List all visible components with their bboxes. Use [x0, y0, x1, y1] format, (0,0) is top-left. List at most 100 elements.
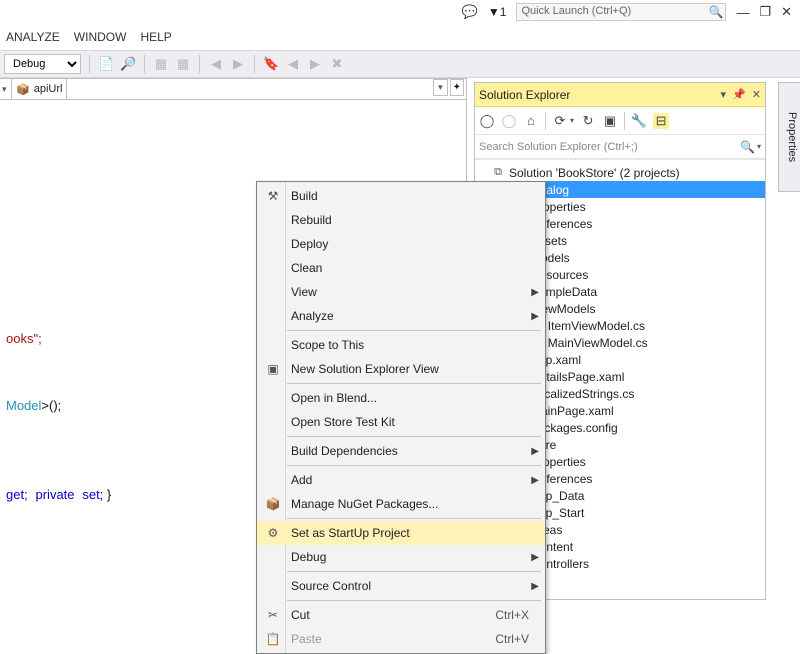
cut-icon: ✂ — [265, 608, 281, 622]
back-icon[interactable]: ◯ — [479, 113, 495, 129]
shortcut-label: Ctrl+V — [495, 632, 529, 646]
menu-bar: ANALYZE WINDOW HELP — [0, 30, 172, 44]
menu-paste: 📋PasteCtrl+V — [257, 627, 545, 651]
menu-separator — [287, 600, 541, 601]
nav-member-dropdown[interactable]: 📦 apiUrl — [12, 79, 67, 99]
solution-explorer-toolbar: ◯ ◯ ⌂ ⟳▾ ↻ ▣ 🔧 ⊟ — [475, 107, 765, 135]
new-item-icon[interactable]: 📄 — [98, 56, 114, 72]
notification-filter[interactable]: ▼1 — [488, 5, 507, 19]
solution-icon: ⧉ — [491, 166, 505, 179]
menu-add[interactable]: Add▶ — [257, 468, 545, 492]
menu-cut[interactable]: ✂CutCtrl+X — [257, 603, 545, 627]
explorer-view-icon: ▣ — [265, 362, 281, 376]
preview-icon[interactable]: ⊟ — [653, 113, 669, 129]
submenu-arrow-icon: ▶ — [531, 581, 539, 592]
toolbar-separator — [144, 55, 145, 73]
solution-label: Solution 'BookStore' (2 projects) — [509, 166, 680, 180]
menu-help[interactable]: HELP — [140, 30, 171, 44]
next-bookmark-icon: ▶ — [307, 56, 323, 72]
nuget-icon: 📦 — [265, 497, 281, 511]
build-icon: ⚒ — [265, 189, 281, 203]
chevron-down-icon: ▾ — [757, 142, 761, 151]
split-icon[interactable]: ✦ — [450, 79, 464, 96]
shortcut-label: Ctrl+X — [495, 608, 529, 622]
menu-analyze[interactable]: Analyze▶ — [257, 304, 545, 328]
comment-icon: ▦ — [153, 56, 169, 72]
chevron-down-icon[interactable]: ▾ — [570, 116, 574, 125]
home-icon[interactable]: ⌂ — [523, 113, 539, 129]
menu-new-explorer-view[interactable]: ▣New Solution Explorer View — [257, 357, 545, 381]
menu-scope[interactable]: Scope to This — [257, 333, 545, 357]
properties-icon[interactable]: 🔧 — [631, 113, 647, 129]
menu-clean[interactable]: Clean — [257, 256, 545, 280]
properties-tab-label: Properties — [786, 112, 798, 162]
config-dropdown[interactable]: Debug — [4, 54, 81, 74]
feedback-icon[interactable]: 💬 — [462, 4, 478, 20]
field-icon: 📦 — [16, 83, 30, 96]
title-bar: 💬 ▼1 Quick Launch (Ctrl+Q) 🔍 — ❐ ✕ — [462, 0, 800, 24]
clear-bookmarks-icon: ✖ — [329, 56, 345, 72]
find-icon[interactable]: 🔎 — [120, 56, 136, 72]
menu-rebuild[interactable]: Rebuild — [257, 208, 545, 232]
properties-tab[interactable]: Properties — [778, 82, 800, 192]
menu-debug[interactable]: Debug▶ — [257, 545, 545, 569]
nav-left-dropdown[interactable]: ▾ — [0, 79, 12, 99]
chevron-down-icon[interactable]: ▾ — [433, 79, 448, 96]
nav-member-label: apiUrl — [34, 83, 63, 95]
menu-source-control[interactable]: Source Control▶ — [257, 574, 545, 598]
quick-launch-input[interactable]: Quick Launch (Ctrl+Q) 🔍 — [516, 3, 726, 21]
collapse-all-icon[interactable]: ▣ — [602, 113, 618, 129]
chevron-down-icon: ▾ — [2, 84, 7, 95]
toolbar-separator — [89, 55, 90, 73]
quick-launch-placeholder: Quick Launch (Ctrl+Q) — [521, 5, 631, 17]
forward-icon: ◯ — [501, 113, 517, 129]
menu-separator — [287, 383, 541, 384]
menu-build-deps[interactable]: Build Dependencies▶ — [257, 439, 545, 463]
search-placeholder: Search Solution Explorer (Ctrl+;) — [479, 141, 638, 153]
menu-nuget[interactable]: 📦Manage NuGet Packages... — [257, 492, 545, 516]
toolbar-separator — [254, 55, 255, 73]
menu-store-test-kit[interactable]: Open Store Test Kit — [257, 410, 545, 434]
menu-separator — [287, 436, 541, 437]
submenu-arrow-icon: ▶ — [531, 287, 539, 298]
panel-header: Solution Explorer ▾ 📌 ✕ — [475, 83, 765, 107]
submenu-arrow-icon: ▶ — [531, 446, 539, 457]
close-icon[interactable]: ✕ — [752, 88, 761, 101]
menu-separator — [287, 330, 541, 331]
submenu-arrow-icon: ▶ — [531, 311, 539, 322]
restore-button[interactable]: ❐ — [759, 4, 771, 20]
menu-deploy[interactable]: Deploy — [257, 232, 545, 256]
bookmark-icon[interactable]: 🔖 — [263, 56, 279, 72]
toolbar-separator — [199, 55, 200, 73]
uncomment-icon: ▦ — [175, 56, 191, 72]
menu-set-startup[interactable]: ⚙Set as StartUp Project — [257, 521, 545, 545]
decrease-indent-icon: ◀ — [208, 56, 224, 72]
search-icon: 🔍 — [740, 140, 755, 154]
menu-build[interactable]: ⚒Build — [257, 184, 545, 208]
menu-window[interactable]: WINDOW — [74, 30, 127, 44]
menu-separator — [287, 465, 541, 466]
gear-icon: ⚙ — [265, 526, 281, 540]
sync-icon[interactable]: ⟳ — [552, 113, 568, 129]
project-context-menu: ⚒Build Rebuild Deploy Clean View▶ Analyz… — [256, 181, 546, 654]
prev-bookmark-icon: ◀ — [285, 56, 301, 72]
menu-analyze[interactable]: ANALYZE — [6, 30, 60, 44]
refresh-icon[interactable]: ↻ — [580, 113, 596, 129]
menu-separator — [287, 571, 541, 572]
submenu-arrow-icon: ▶ — [531, 552, 539, 563]
toolbar-separator — [624, 112, 625, 130]
paste-icon: 📋 — [265, 632, 281, 646]
pin-icon[interactable]: 📌 — [732, 88, 746, 101]
menu-view[interactable]: View▶ — [257, 280, 545, 304]
menu-open-blend[interactable]: Open in Blend... — [257, 386, 545, 410]
solution-node[interactable]: ⧉ Solution 'BookStore' (2 projects) — [475, 164, 765, 181]
minimize-button[interactable]: — — [736, 5, 749, 20]
filter-count: 1 — [500, 5, 507, 19]
main-toolbar: Debug 📄 🔎 ▦ ▦ ◀ ▶ 🔖 ◀ ▶ ✖ — [0, 50, 800, 78]
increase-indent-icon: ▶ — [230, 56, 246, 72]
panel-title: Solution Explorer — [479, 88, 715, 102]
close-button[interactable]: ✕ — [781, 4, 792, 20]
panel-dropdown-icon[interactable]: ▾ — [721, 88, 727, 101]
solution-search-input[interactable]: Search Solution Explorer (Ctrl+;) 🔍▾ — [475, 135, 765, 159]
search-icon: 🔍 — [708, 5, 723, 19]
